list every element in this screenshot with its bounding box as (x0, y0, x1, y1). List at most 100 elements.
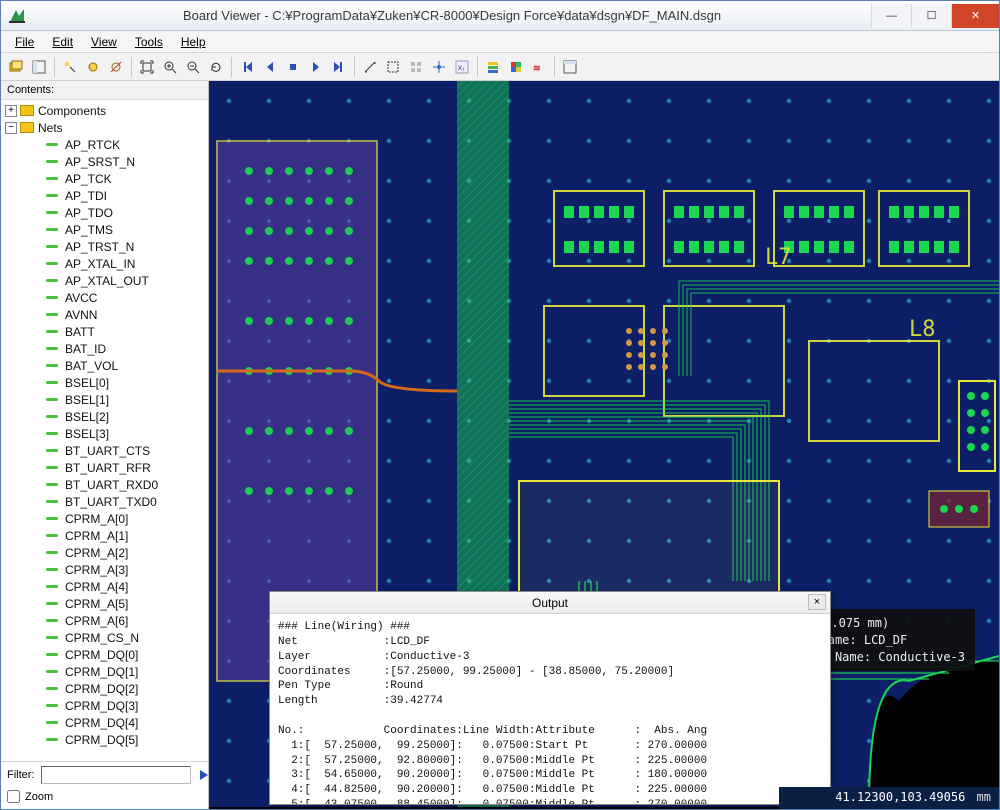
tree-row[interactable]: CPRM_DQ[2] (1, 680, 208, 697)
statusbar: 41.12300,103.49056 mm (779, 787, 999, 809)
menubar: File Edit View Tools Help (1, 31, 999, 53)
tree-row[interactable]: CPRM_DQ[1] (1, 663, 208, 680)
tool-x1-icon[interactable]: x₁ (451, 56, 473, 78)
tree-row[interactable]: BT_UART_RXD0 (1, 476, 208, 493)
net-label: CPRM_A[0] (65, 512, 128, 526)
tree-row[interactable]: CPRM_DQ[4] (1, 714, 208, 731)
tree-row[interactable]: CPRM_CS_N (1, 629, 208, 646)
tool-nav-prev-icon[interactable] (259, 56, 281, 78)
tree-row[interactable]: BT_UART_RFR (1, 459, 208, 476)
tree-row[interactable]: BT_UART_TXD0 (1, 493, 208, 510)
maximize-button[interactable]: ☐ (911, 4, 951, 28)
tool-measure-area-icon[interactable] (382, 56, 404, 78)
tree-row[interactable]: CPRM_A[6] (1, 612, 208, 629)
minimize-button[interactable]: — (871, 4, 911, 28)
tree-row[interactable]: CPRM_DQ[0] (1, 646, 208, 663)
output-body[interactable]: ### Line(Wiring) ### Net :LCD_DF Layer :… (270, 614, 830, 804)
tree-row[interactable]: CPRM_A[5] (1, 595, 208, 612)
tool-redisplay-icon[interactable] (205, 56, 227, 78)
tree-row[interactable]: AP_TDO (1, 204, 208, 221)
tree-row[interactable]: +Components (1, 102, 208, 119)
net-icon (45, 276, 61, 286)
net-icon (45, 361, 61, 371)
tree-row[interactable]: − Nets (1, 119, 208, 136)
expand-icon[interactable]: + (5, 105, 17, 117)
tool-zoom-out-icon[interactable] (182, 56, 204, 78)
menu-file[interactable]: File (7, 33, 42, 51)
tool-nav-last-icon[interactable] (328, 56, 350, 78)
net-label: BT_UART_TXD0 (65, 495, 157, 509)
net-label: CPRM_A[1] (65, 529, 128, 543)
tree-row[interactable]: CPRM_A[1] (1, 527, 208, 544)
tool-measure-icon[interactable] (359, 56, 381, 78)
net-icon (45, 174, 61, 184)
filter-input[interactable] (41, 766, 191, 784)
tree-row[interactable]: CPRM_DQ[5] (1, 731, 208, 748)
tree-row[interactable]: CPRM_DQ[3] (1, 697, 208, 714)
tree-row[interactable]: BSEL[3] (1, 425, 208, 442)
tool-panel-icon[interactable] (28, 56, 50, 78)
menu-tools[interactable]: Tools (127, 33, 171, 51)
zoom-checkbox[interactable] (7, 790, 20, 803)
tool-window-icon[interactable] (559, 56, 581, 78)
tool-nav-stop-icon[interactable] (282, 56, 304, 78)
menu-view[interactable]: View (83, 33, 125, 51)
tree-row[interactable]: AP_RTCK (1, 136, 208, 153)
output-close-icon[interactable]: × (808, 594, 826, 610)
tool-layers-icon[interactable] (5, 56, 27, 78)
tool-snap-icon[interactable] (428, 56, 450, 78)
tree-row[interactable]: AP_SRST_N (1, 153, 208, 170)
net-icon (45, 140, 61, 150)
tool-zoom-in-icon[interactable] (159, 56, 181, 78)
menu-help[interactable]: Help (173, 33, 214, 51)
status-unit: mm (977, 790, 991, 804)
tool-drc-icon[interactable]: ≋ (528, 56, 550, 78)
tool-grid-icon[interactable] (405, 56, 427, 78)
output-title[interactable]: Output × (270, 592, 830, 614)
tree-row[interactable]: BATT (1, 323, 208, 340)
tool-highlight-off-icon[interactable] (105, 56, 127, 78)
tree-row[interactable]: AP_TRST_N (1, 238, 208, 255)
tree-row[interactable]: CPRM_A[3] (1, 561, 208, 578)
tree-row[interactable]: AP_TCK (1, 170, 208, 187)
net-label: AVNN (65, 308, 97, 322)
tree-row[interactable]: AP_TMS (1, 221, 208, 238)
tree-row[interactable]: AP_XTAL_OUT (1, 272, 208, 289)
tree-row[interactable]: AVNN (1, 306, 208, 323)
net-icon (45, 548, 61, 558)
tree-row[interactable]: BSEL[0] (1, 374, 208, 391)
tool-layer-vis-icon[interactable] (482, 56, 504, 78)
tree-row[interactable]: CPRM_A[2] (1, 544, 208, 561)
tree[interactable]: +Components−NetsAP_RTCKAP_SRST_NAP_TCKAP… (1, 100, 208, 761)
net-icon (45, 718, 61, 728)
tree-row[interactable]: AVCC (1, 289, 208, 306)
net-icon (45, 225, 61, 235)
tool-zoom-fit-icon[interactable] (136, 56, 158, 78)
tool-highlight-icon[interactable] (82, 56, 104, 78)
net-icon (45, 344, 61, 354)
tree-row[interactable]: AP_TDI (1, 187, 208, 204)
net-icon (45, 259, 61, 269)
tree-row[interactable]: BAT_VOL (1, 357, 208, 374)
tree-row[interactable]: AP_XTAL_IN (1, 255, 208, 272)
tree-row[interactable]: BT_UART_CTS (1, 442, 208, 459)
tool-nav-first-icon[interactable] (236, 56, 258, 78)
tree-row[interactable]: CPRM_A[4] (1, 578, 208, 595)
net-label: CPRM_DQ[3] (65, 699, 138, 713)
collapse-icon[interactable]: − (5, 122, 17, 134)
menu-edit[interactable]: Edit (44, 33, 81, 51)
tool-nav-next-icon[interactable] (305, 56, 327, 78)
tool-highlight-pick-icon[interactable] (59, 56, 81, 78)
net-icon (45, 429, 61, 439)
tree-row[interactable]: BSEL[1] (1, 391, 208, 408)
tree-row[interactable]: BSEL[2] (1, 408, 208, 425)
tree-row[interactable]: CPRM_A[0] (1, 510, 208, 527)
net-icon (45, 191, 61, 201)
close-button[interactable]: ✕ (951, 4, 999, 28)
canvas[interactable]: L7L8IC14A [LINE](0.075 mm) Net Name: LCD… (209, 81, 999, 809)
tool-color-icon[interactable] (505, 56, 527, 78)
app-icon (7, 6, 27, 26)
tree-label: Nets (38, 121, 63, 135)
net-icon (45, 463, 61, 473)
tree-row[interactable]: BAT_ID (1, 340, 208, 357)
